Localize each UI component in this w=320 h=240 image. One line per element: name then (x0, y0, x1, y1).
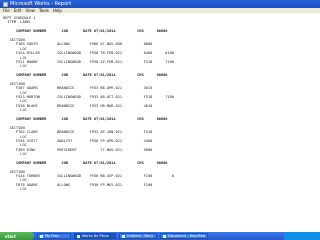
report-body: REPT SCHEDULE 1 ITEM LABEL COMPANY NUMBE… (0, 14, 320, 232)
menu-file[interactable]: File (3, 8, 10, 13)
taskbar-item-paint[interactable]: Untitled - Paint (119, 233, 157, 239)
app-window: Microsoft Works - Report File Edit View … (0, 0, 320, 232)
report-line: LOC (3, 187, 27, 192)
taskbar-item-files[interactable]: My Files (37, 233, 71, 239)
menu-edit[interactable]: Edit (14, 8, 22, 13)
taskbar-item-label: Document - WordPad (168, 234, 205, 238)
document-icon (77, 234, 80, 238)
taskbar-item-label: Works Be Place (82, 234, 109, 238)
app-icon (3, 1, 8, 7)
menu-bar: File Edit View Tools Help (0, 8, 320, 13)
title-bar[interactable]: Microsoft Works - Report (0, 0, 320, 8)
menu-tools[interactable]: Tools (39, 8, 49, 13)
taskbar-item-label: My Files (45, 234, 59, 238)
system-tray (284, 232, 320, 240)
taskbar-item-wordpad[interactable]: Document - WordPad (160, 233, 208, 239)
folder-icon (40, 234, 43, 238)
menu-help[interactable]: Help (53, 8, 62, 13)
taskbar: start My Files Works Be Place Untitled -… (0, 232, 320, 240)
wordpad-icon (163, 234, 166, 238)
paint-icon (122, 234, 125, 238)
taskbar-item-label: Untitled - Paint (127, 234, 153, 238)
menu-view[interactable]: View (25, 8, 35, 13)
start-button[interactable]: start (0, 232, 34, 240)
window-title: Microsoft Works - Report (10, 1, 72, 7)
taskbar-item-works[interactable]: Works Be Place (74, 233, 116, 239)
